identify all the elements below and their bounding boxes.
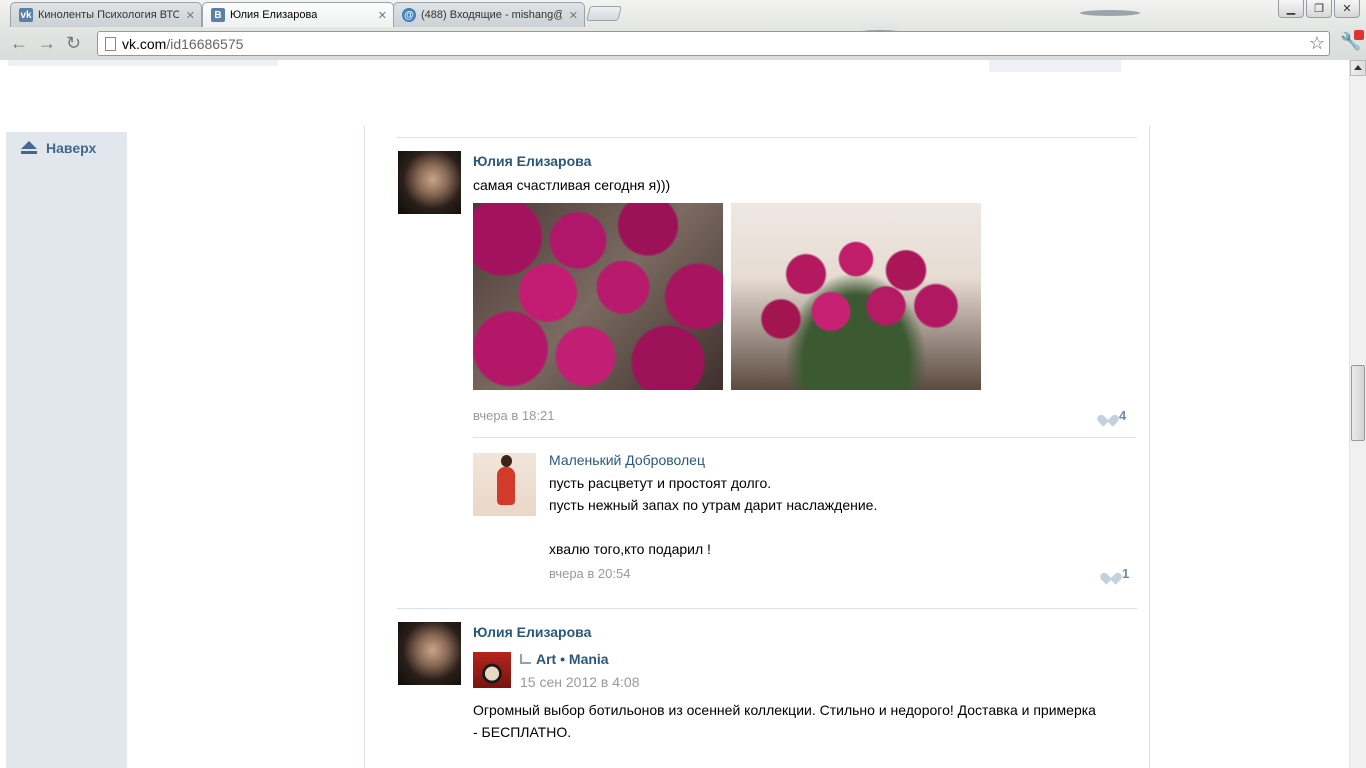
vk-icon: vk (19, 8, 33, 22)
heart-icon (1101, 410, 1115, 422)
address-bar[interactable]: vk.com/id16686575 ☆ (97, 31, 1330, 56)
comment-timestamp[interactable]: вчера в 20:54 (549, 566, 630, 581)
divider (397, 137, 1137, 138)
minimize-button[interactable]: ▁ (1278, 0, 1304, 18)
comment-author-link[interactable]: Маленький Доброволец (549, 452, 705, 468)
close-icon[interactable]: ✕ (569, 9, 578, 22)
author-avatar[interactable] (398, 151, 461, 214)
tab-yulia-elizarova[interactable]: B Юлия Елизарова ✕ (202, 2, 394, 27)
heart-icon (1104, 568, 1118, 580)
top-strip (989, 60, 1121, 72)
tab-title: (488) Входящие - mishang@ (421, 9, 562, 21)
commenter-avatar[interactable] (473, 453, 536, 516)
scroll-to-top-label: Наверх (46, 140, 97, 156)
post-author-link[interactable]: Юлия Елизарова (473, 153, 591, 169)
eject-up-icon (20, 141, 38, 155)
scroll-to-top-button[interactable]: Наверх (20, 140, 96, 156)
bookmark-star-icon[interactable]: ☆ (1309, 33, 1325, 54)
close-icon[interactable]: ✕ (378, 9, 387, 22)
post-photo[interactable] (473, 203, 723, 390)
vk-icon: B (211, 8, 225, 22)
repost-text-line: Огромный выбор ботильонов из осенней кол… (473, 702, 1096, 718)
page-icon (105, 37, 116, 51)
tab-mail-inbox[interactable]: @ (488) Входящие - mishang@ ✕ (393, 2, 585, 27)
divider (397, 608, 1137, 609)
post-photo[interactable] (731, 203, 981, 390)
mail-icon: @ (402, 8, 416, 22)
address-path: /id16686575 (166, 35, 244, 52)
browser-chrome: vk Киноленты Психология ВТО ✕ B Юлия Ели… (0, 0, 1366, 60)
post-text: самая счастливая сегодня я))) (473, 177, 671, 193)
tab-title: Киноленты Психология ВТО (38, 9, 179, 21)
address-host: vk.com (122, 35, 167, 52)
scroll-thumb[interactable] (1351, 365, 1365, 441)
like-button[interactable]: 4 (1101, 408, 1126, 423)
repost-timestamp[interactable]: 15 сен 2012 в 4:08 (520, 674, 639, 690)
reload-icon[interactable]: ↻ (66, 33, 81, 54)
post-author-link[interactable]: Юлия Елизарова (473, 624, 591, 640)
restore-button[interactable]: ❐ (1306, 0, 1332, 18)
post-timestamp[interactable]: вчера в 18:21 (473, 408, 554, 423)
like-count: 4 (1119, 408, 1127, 423)
update-badge (1354, 30, 1364, 40)
comment-line: пусть расцветут и простоят долго. (549, 475, 772, 491)
forward-arrow-icon[interactable]: → (38, 33, 56, 54)
repost-group-link[interactable]: Art • Mania (520, 651, 609, 667)
page-viewport: Наверх (0, 60, 1349, 768)
back-arrow-icon[interactable]: ← (10, 33, 28, 54)
tab-strip: vk Киноленты Психология ВТО ✕ B Юлия Ели… (0, 0, 1366, 27)
close-icon[interactable]: ✕ (186, 9, 195, 22)
like-count: 1 (1122, 566, 1130, 581)
top-strip (8, 60, 278, 66)
window-controls: ▁ ❐ ✕ (1276, 0, 1360, 18)
new-tab-button[interactable] (585, 6, 623, 21)
divider (473, 437, 1136, 438)
tab-title: Юлия Елизарова (230, 9, 318, 21)
repost-icon (520, 654, 531, 664)
comment-like-button[interactable]: 1 (1104, 566, 1129, 581)
close-window-button[interactable]: ✕ (1334, 0, 1360, 18)
author-avatar[interactable] (398, 622, 461, 685)
tab-kinolenty[interactable]: vk Киноленты Психология ВТО ✕ (10, 2, 202, 27)
comment-line: хвалю того,кто подарил ! (549, 541, 711, 557)
scroll-up-arrow-icon[interactable] (1350, 60, 1366, 76)
group-avatar[interactable] (473, 652, 511, 688)
group-name-label: Art • Mania (536, 651, 609, 667)
vertical-scrollbar[interactable] (1349, 60, 1366, 768)
comment-line: пусть нежный запах по утрам дарит наслаж… (549, 497, 878, 513)
repost-text-line: - БЕСПЛАТНО. (473, 724, 572, 740)
left-sidebar: Наверх (6, 132, 127, 768)
